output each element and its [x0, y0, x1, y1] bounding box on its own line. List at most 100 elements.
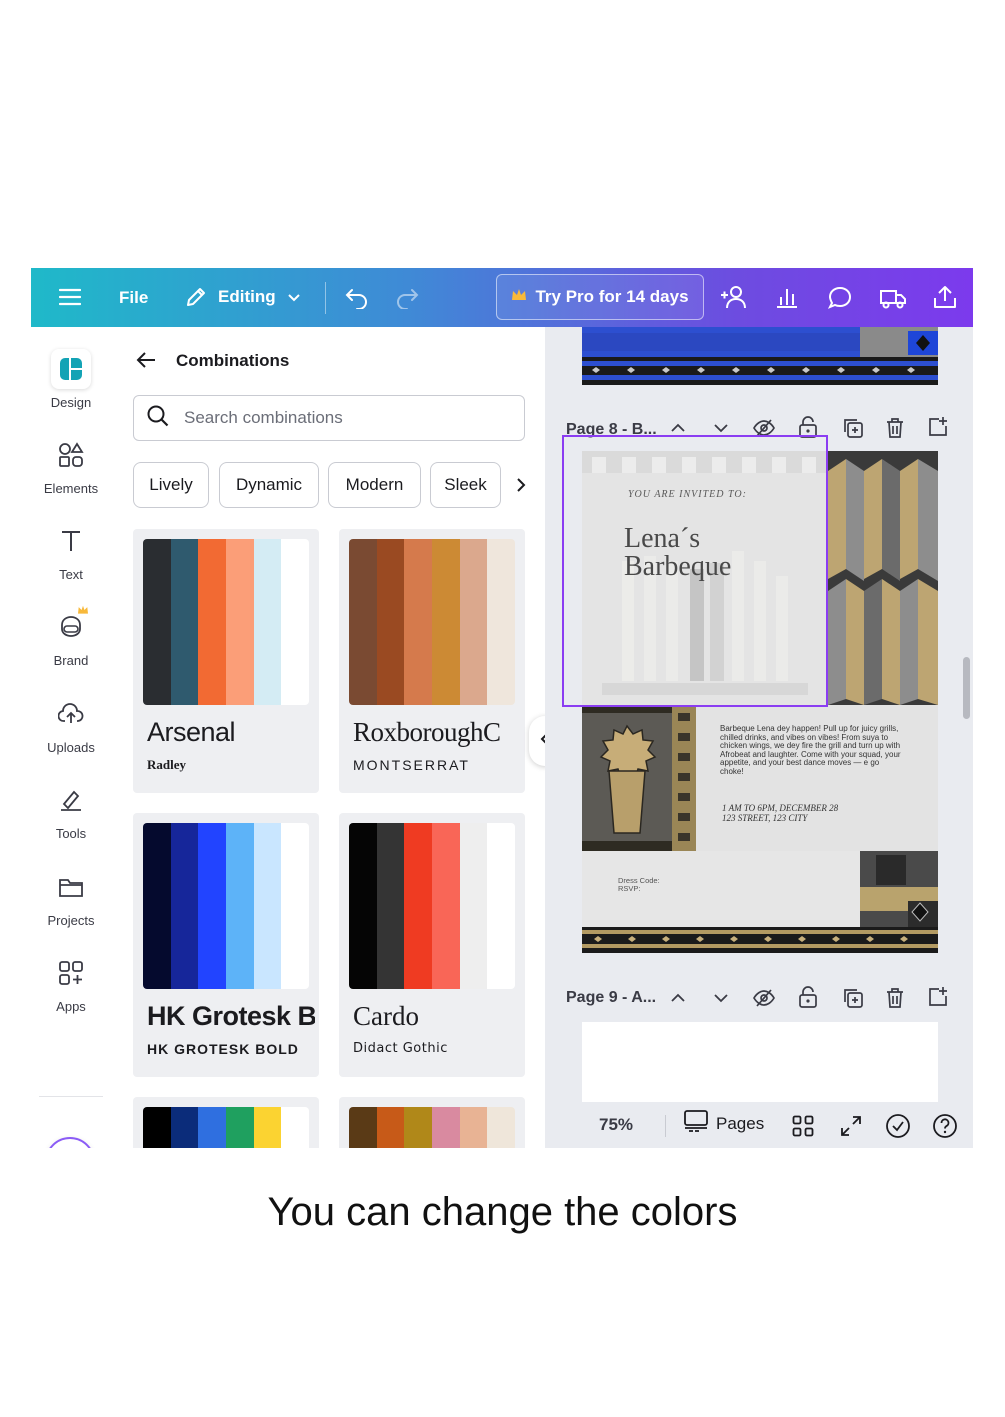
- color-swatch[interactable]: [459, 539, 488, 705]
- try-pro-button[interactable]: Try Pro for 14 days: [496, 274, 704, 320]
- color-swatch[interactable]: [198, 1107, 227, 1148]
- combination-card[interactable]: RoxboroughC MONTSERRAT: [339, 529, 525, 793]
- color-swatch[interactable]: [487, 1107, 515, 1148]
- check-circle-icon[interactable]: [885, 1113, 911, 1144]
- rail-label: Elements: [43, 481, 99, 496]
- bottom-bar: 75% Pages: [545, 1102, 973, 1148]
- grid-view-icon[interactable]: [792, 1115, 814, 1142]
- duplicate-page-icon[interactable]: [842, 417, 864, 444]
- color-swatch[interactable]: [376, 823, 405, 989]
- rail-item-tools[interactable]: Tools: [31, 780, 111, 841]
- color-swatch[interactable]: [459, 823, 488, 989]
- rail-item-projects[interactable]: Projects: [31, 867, 111, 928]
- color-swatch[interactable]: [487, 823, 515, 989]
- color-swatch[interactable]: [404, 823, 433, 989]
- bottom-divider: [665, 1115, 666, 1137]
- color-swatch[interactable]: [432, 539, 460, 705]
- rail-item-elements[interactable]: Elements: [31, 435, 111, 496]
- color-swatch[interactable]: [253, 823, 282, 989]
- chip-sleek[interactable]: Sleek: [430, 462, 501, 508]
- color-swatch[interactable]: [226, 823, 254, 989]
- chip-lively[interactable]: Lively: [133, 462, 209, 508]
- color-swatch[interactable]: [170, 1107, 199, 1148]
- rail-label: Tools: [55, 826, 87, 841]
- page-9-design[interactable]: [582, 1022, 938, 1112]
- color-swatch[interactable]: [170, 539, 199, 705]
- color-swatch[interactable]: [432, 823, 460, 989]
- insights-icon[interactable]: [775, 285, 799, 309]
- redo-icon[interactable]: [394, 285, 420, 309]
- duplicate-page-icon[interactable]: [842, 987, 864, 1014]
- color-swatch[interactable]: [170, 823, 199, 989]
- color-swatch[interactable]: [281, 823, 309, 989]
- add-page-icon[interactable]: [927, 416, 949, 443]
- undo-icon[interactable]: [344, 285, 370, 309]
- chevron-down-icon[interactable]: [712, 989, 730, 1012]
- color-swatch[interactable]: [226, 1107, 254, 1148]
- color-swatch[interactable]: [281, 1107, 309, 1148]
- combination-card[interactable]: Cardo Didact Gothic: [339, 813, 525, 1077]
- event-address: 123 STREET, 123 CITY: [722, 813, 808, 823]
- app-window: File Editing Try Pro for 14 days Design …: [31, 268, 973, 1148]
- help-icon[interactable]: [932, 1113, 958, 1144]
- color-swatch[interactable]: [143, 823, 171, 989]
- color-swatch[interactable]: [143, 1107, 171, 1148]
- rail-item-design[interactable]: Design: [31, 349, 111, 410]
- rail-item-text[interactable]: Text: [31, 521, 111, 582]
- combination-card[interactable]: [339, 1097, 525, 1148]
- color-swatch[interactable]: [349, 539, 377, 705]
- combination-card[interactable]: [133, 1097, 319, 1148]
- rail-item-brand[interactable]: Brand: [31, 605, 111, 668]
- color-swatch[interactable]: [143, 539, 171, 705]
- color-swatch[interactable]: [349, 823, 377, 989]
- delete-page-icon[interactable]: [885, 417, 905, 444]
- hide-page-icon[interactable]: [752, 988, 776, 1013]
- chevron-right-icon[interactable]: [510, 462, 532, 508]
- chip-dynamic[interactable]: Dynamic: [219, 462, 319, 508]
- rail-label: Brand: [53, 653, 89, 668]
- lock-icon[interactable]: [798, 986, 818, 1013]
- color-swatch[interactable]: [376, 539, 405, 705]
- color-swatch[interactable]: [198, 823, 227, 989]
- color-swatch[interactable]: [281, 539, 309, 705]
- chip-modern[interactable]: Modern: [328, 462, 421, 508]
- delete-page-icon[interactable]: [885, 987, 905, 1014]
- fullscreen-icon[interactable]: [840, 1115, 862, 1142]
- zoom-level[interactable]: 75%: [599, 1115, 633, 1135]
- color-swatch[interactable]: [253, 1107, 282, 1148]
- color-swatch[interactable]: [404, 1107, 433, 1148]
- search-input[interactable]: [182, 407, 506, 429]
- chevron-up-icon[interactable]: [669, 989, 687, 1012]
- share-people-icon[interactable]: [719, 284, 749, 310]
- color-swatch[interactable]: [487, 539, 515, 705]
- menu-icon[interactable]: [59, 287, 81, 307]
- search-box[interactable]: [133, 395, 525, 441]
- previous-page-preview[interactable]: [582, 327, 938, 385]
- color-swatch[interactable]: [226, 539, 254, 705]
- scrollbar[interactable]: [963, 657, 970, 719]
- rail-item-uploads[interactable]: Uploads: [31, 694, 111, 755]
- back-arrow-icon[interactable]: [135, 349, 157, 376]
- magic-sparkle-button[interactable]: [45, 1137, 95, 1148]
- selection-box[interactable]: [562, 435, 828, 707]
- combination-card[interactable]: Arsenal Radley: [133, 529, 319, 793]
- color-swatch[interactable]: [404, 539, 433, 705]
- rail-item-apps[interactable]: Apps: [31, 953, 111, 1014]
- body-font-sample: Didact Gothic: [353, 1041, 448, 1056]
- file-menu[interactable]: File: [119, 288, 148, 308]
- editing-dropdown[interactable]: Editing: [184, 285, 302, 309]
- comment-icon[interactable]: [827, 285, 853, 311]
- combination-card[interactable]: HK Grotesk B HK GROTESK BOLD: [133, 813, 319, 1077]
- color-swatch[interactable]: [253, 539, 282, 705]
- color-swatch[interactable]: [459, 1107, 488, 1148]
- page-title[interactable]: Page 9 - A...: [566, 989, 662, 1007]
- share-upload-icon[interactable]: [932, 284, 958, 310]
- color-swatch[interactable]: [376, 1107, 405, 1148]
- print-truck-icon[interactable]: [879, 286, 907, 310]
- color-swatch[interactable]: [349, 1107, 377, 1148]
- panel-title: Combinations: [176, 351, 290, 370]
- add-page-icon[interactable]: [927, 986, 949, 1013]
- color-swatch[interactable]: [198, 539, 227, 705]
- pages-button[interactable]: Pages: [684, 1110, 764, 1137]
- color-swatch[interactable]: [432, 1107, 460, 1148]
